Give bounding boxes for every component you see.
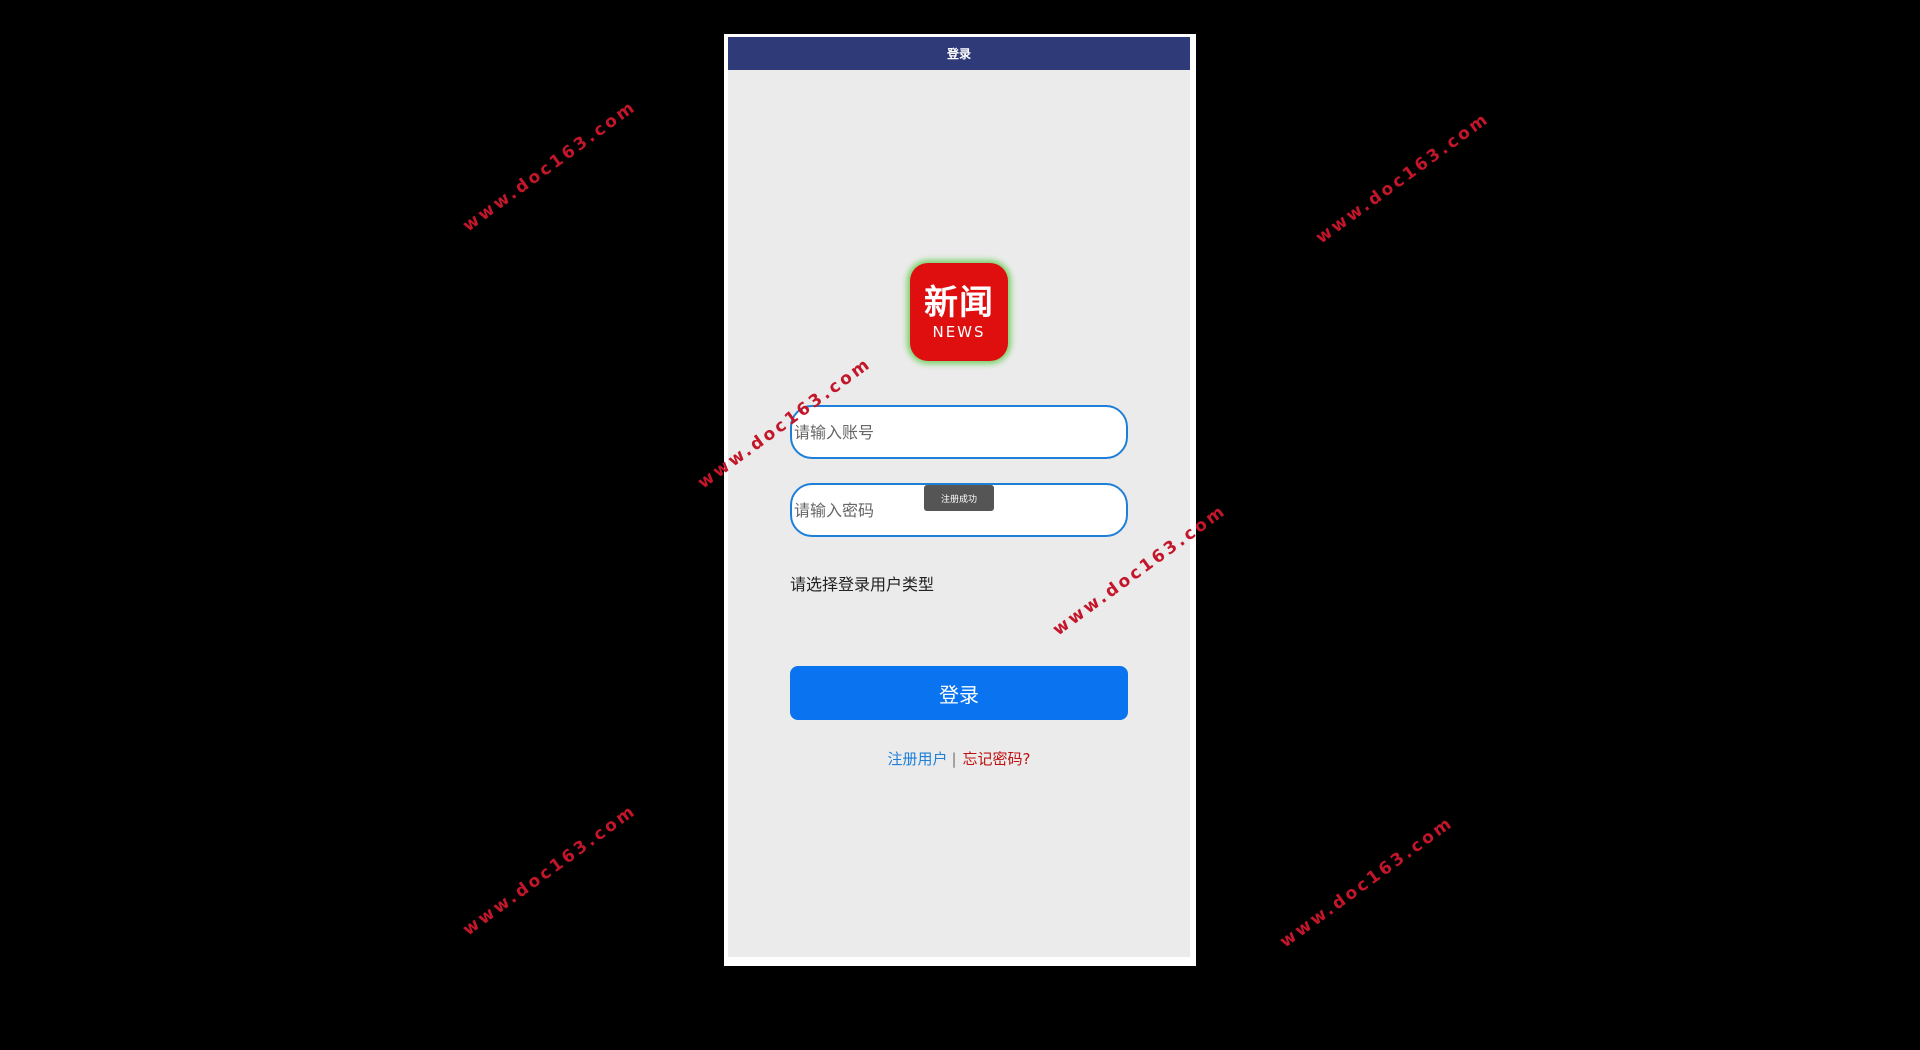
phone-frame: 登录 新闻 NEWS 注册成功 请选择登录用户类型 登录 注册用户| 忘记密码? bbox=[724, 34, 1196, 966]
forgot-password-link[interactable]: 忘记密码? bbox=[963, 750, 1031, 768]
watermark: www.doc163.com bbox=[1276, 812, 1458, 953]
title-text: 登录 bbox=[946, 47, 971, 61]
login-button[interactable]: 登录 bbox=[790, 666, 1128, 720]
toast-message: 注册成功 bbox=[924, 485, 994, 511]
logo-en-text: NEWS bbox=[932, 323, 986, 341]
app-screen: 登录 新闻 NEWS 注册成功 请选择登录用户类型 登录 注册用户| 忘记密码? bbox=[728, 37, 1190, 957]
auth-links: 注册用户 | 忘记密码? bbox=[728, 748, 1190, 769]
watermark: www.doc163.com bbox=[1312, 108, 1494, 249]
news-logo-icon: 新闻 NEWS bbox=[910, 263, 1008, 361]
logo-cn-text: 新闻 bbox=[924, 283, 994, 323]
register-link[interactable]: 注册用户 bbox=[887, 750, 947, 768]
watermark: www.doc163.com bbox=[459, 96, 641, 237]
watermark: www.doc163.com bbox=[459, 800, 641, 941]
page-title: 登录 bbox=[728, 37, 1190, 70]
user-type-select[interactable]: 请选择登录用户类型 bbox=[790, 571, 934, 595]
link-separator: | bbox=[951, 750, 957, 768]
account-input[interactable] bbox=[790, 405, 1128, 459]
